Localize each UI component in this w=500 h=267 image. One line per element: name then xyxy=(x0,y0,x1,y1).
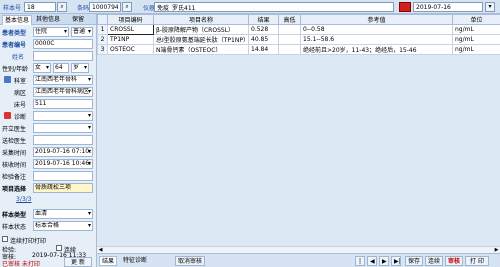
sending-doctor-input[interactable] xyxy=(33,135,93,145)
age-unit-select[interactable]: 岁 xyxy=(71,63,89,73)
col-header-name[interactable]: 项目名称 xyxy=(153,14,249,25)
print-button[interactable]: 打 印 xyxy=(465,256,489,266)
continuous-toggle[interactable]: 连续 xyxy=(425,256,443,266)
field-patient-type: 患者类型 住院 普通 xyxy=(2,27,97,37)
col-header[interactable] xyxy=(97,14,108,25)
col-header-code[interactable]: 项目编码 xyxy=(107,14,154,25)
table-row[interactable]: 2 TP1NP 总I型胶原氨基端延长肽（TP1NP） 40.85 15.1--5… xyxy=(97,34,500,45)
sample-no-label: 样本号 xyxy=(3,5,22,12)
age-input[interactable]: 64 xyxy=(53,63,69,73)
nav-last-button[interactable]: ▶| xyxy=(391,256,401,266)
field-item-count: 3/3/3 xyxy=(2,195,97,205)
ward-select[interactable]: 江南西老年骨科病区 xyxy=(33,87,93,97)
tab-keep[interactable]: 保留>> xyxy=(70,15,96,33)
nav-first-button[interactable]: |◀ xyxy=(355,256,365,266)
item-count-link[interactable]: 3/3/3 xyxy=(16,196,46,203)
search-icon[interactable]: ⌕ xyxy=(122,2,132,12)
field-name: 姓名 xyxy=(2,51,97,61)
tab-feature-diagnosis[interactable]: 特征诊断 xyxy=(121,256,149,266)
field-sample-type: 样本类型 血清 xyxy=(2,209,97,219)
table-row[interactable]: 3 OSTEOC N端骨钙素（OSTEOC） 14.84 绝经前且>20岁，11… xyxy=(97,44,500,55)
col-header-unit[interactable]: 单位 xyxy=(452,14,500,25)
patient-type-select[interactable]: 住院 xyxy=(33,27,69,37)
table-row[interactable]: 1 CROSSL β-胶原降解产物（CROSSL） 0.528 0--0.58 … xyxy=(97,24,500,35)
field-patient-id: 患者编号 0000C xyxy=(2,39,97,49)
field-sex-age: 性别/年龄 女 64 岁 xyxy=(2,63,97,73)
cancel-review-button[interactable]: 取消审核 xyxy=(175,256,205,266)
status-row: 已审核 未打印 更 新 xyxy=(2,257,97,267)
nav-next-button[interactable]: ▶ xyxy=(379,256,389,266)
patient-class-select[interactable]: 普通 xyxy=(71,27,93,37)
field-ward: 病区 江南西老年骨科病区 xyxy=(2,87,97,97)
bed-input[interactable]: 511 xyxy=(33,99,93,109)
table-header: 项目编码 项目名称 结果 高低 参考值 单位 xyxy=(97,14,500,25)
sex-select[interactable]: 女 xyxy=(33,63,51,73)
sample-type-select[interactable]: 血清 xyxy=(33,209,93,219)
tab-basic-info[interactable]: 基本信息 xyxy=(2,15,33,25)
top-toolbar: 样本号 ⌕ 条码 ⌕ 仪器 ▾ xyxy=(0,0,500,14)
field-receive-time: 核收时间 2019-07-16 10:46:17 xyxy=(2,159,97,169)
diagnosis-icon xyxy=(4,112,11,119)
lis-window: 样本号 ⌕ 条码 ⌕ 仪器 ▾ 基本信息 其他信息 保留>> 患者类型 住院 普… xyxy=(0,0,500,267)
field-item-select: 项目选择 骨质疏松三项 xyxy=(2,183,97,193)
remark-input[interactable] xyxy=(33,171,93,181)
continuous-print-checkbox[interactable] xyxy=(2,236,8,242)
field-sample-status: 样本状态 标本合格 xyxy=(2,221,97,231)
item-select-input[interactable]: 骨质疏松三项 xyxy=(33,183,93,193)
tab-other-info[interactable]: 其他信息 xyxy=(34,15,62,25)
diagnosis-select[interactable] xyxy=(33,111,93,121)
review-status: 已审核 未打印 xyxy=(2,261,40,267)
col-header-reference[interactable]: 参考值 xyxy=(300,14,453,25)
field-remark: 检验备注 xyxy=(2,171,97,181)
barcode-input[interactable] xyxy=(89,2,121,12)
receive-time-picker[interactable]: 2019-07-16 10:46:17 xyxy=(33,159,93,169)
update-button[interactable]: 更 新 xyxy=(64,257,92,267)
tab-results[interactable]: 结果 xyxy=(99,256,118,266)
date-picker[interactable] xyxy=(413,2,483,12)
department-icon xyxy=(4,76,11,83)
instrument-select[interactable] xyxy=(154,2,394,12)
bottom-toolbar: 结果 特征诊断 取消审核 |◀ ◀ ▶ ▶| 保存 连续 审核 打 印 xyxy=(97,253,500,267)
field-diagnosis: 诊断 xyxy=(2,111,97,121)
field-sending-doctor: 送检医生 xyxy=(2,135,97,145)
patient-id-input[interactable]: 0000C xyxy=(33,39,93,49)
name-input[interactable] xyxy=(33,51,93,61)
nav-prev-button[interactable]: ◀ xyxy=(367,256,377,266)
result-table: 项目编码 项目名称 结果 高低 参考值 单位 1 CROSSL β-胶原降解产物… xyxy=(97,14,500,55)
save-button[interactable]: 保存 xyxy=(405,256,423,266)
patient-info-panel: 基本信息 其他信息 保留>> 患者类型 住院 普通 患者编号 0000C 姓名 … xyxy=(0,14,97,267)
result-grid-area: 项目编码 项目名称 结果 高低 参考值 单位 1 CROSSL β-胶原降解产物… xyxy=(97,14,500,253)
calendar-icon[interactable]: ▾ xyxy=(485,2,495,12)
field-department: 科室 江南西老年骨科 xyxy=(2,75,97,85)
review-button[interactable]: 审核 xyxy=(445,256,463,266)
barcode-label: 条码 xyxy=(77,5,90,12)
field-collect-time: 采集时间 2019-07-16 07:10:14 xyxy=(2,147,97,157)
sample-no-input[interactable] xyxy=(24,2,56,12)
collect-time-picker[interactable]: 2019-07-16 07:10:14 xyxy=(33,147,93,157)
sample-status-select[interactable]: 标本合格 xyxy=(33,221,93,231)
ordering-doctor-select[interactable] xyxy=(33,123,93,133)
horizontal-scrollbar[interactable]: ◀ ▶ xyxy=(97,246,500,253)
alert-icon xyxy=(399,2,411,12)
field-bed: 床号 511 xyxy=(2,99,97,109)
search-icon[interactable]: ⌕ xyxy=(57,2,67,12)
department-select[interactable]: 江南西老年骨科 xyxy=(33,75,93,85)
left-tabs: 基本信息 其他信息 保留>> xyxy=(0,14,96,33)
col-header-flag[interactable]: 高低 xyxy=(278,14,301,25)
field-ordering-doctor: 开立医生 xyxy=(2,123,97,133)
col-header-result[interactable]: 结果 xyxy=(248,14,279,25)
